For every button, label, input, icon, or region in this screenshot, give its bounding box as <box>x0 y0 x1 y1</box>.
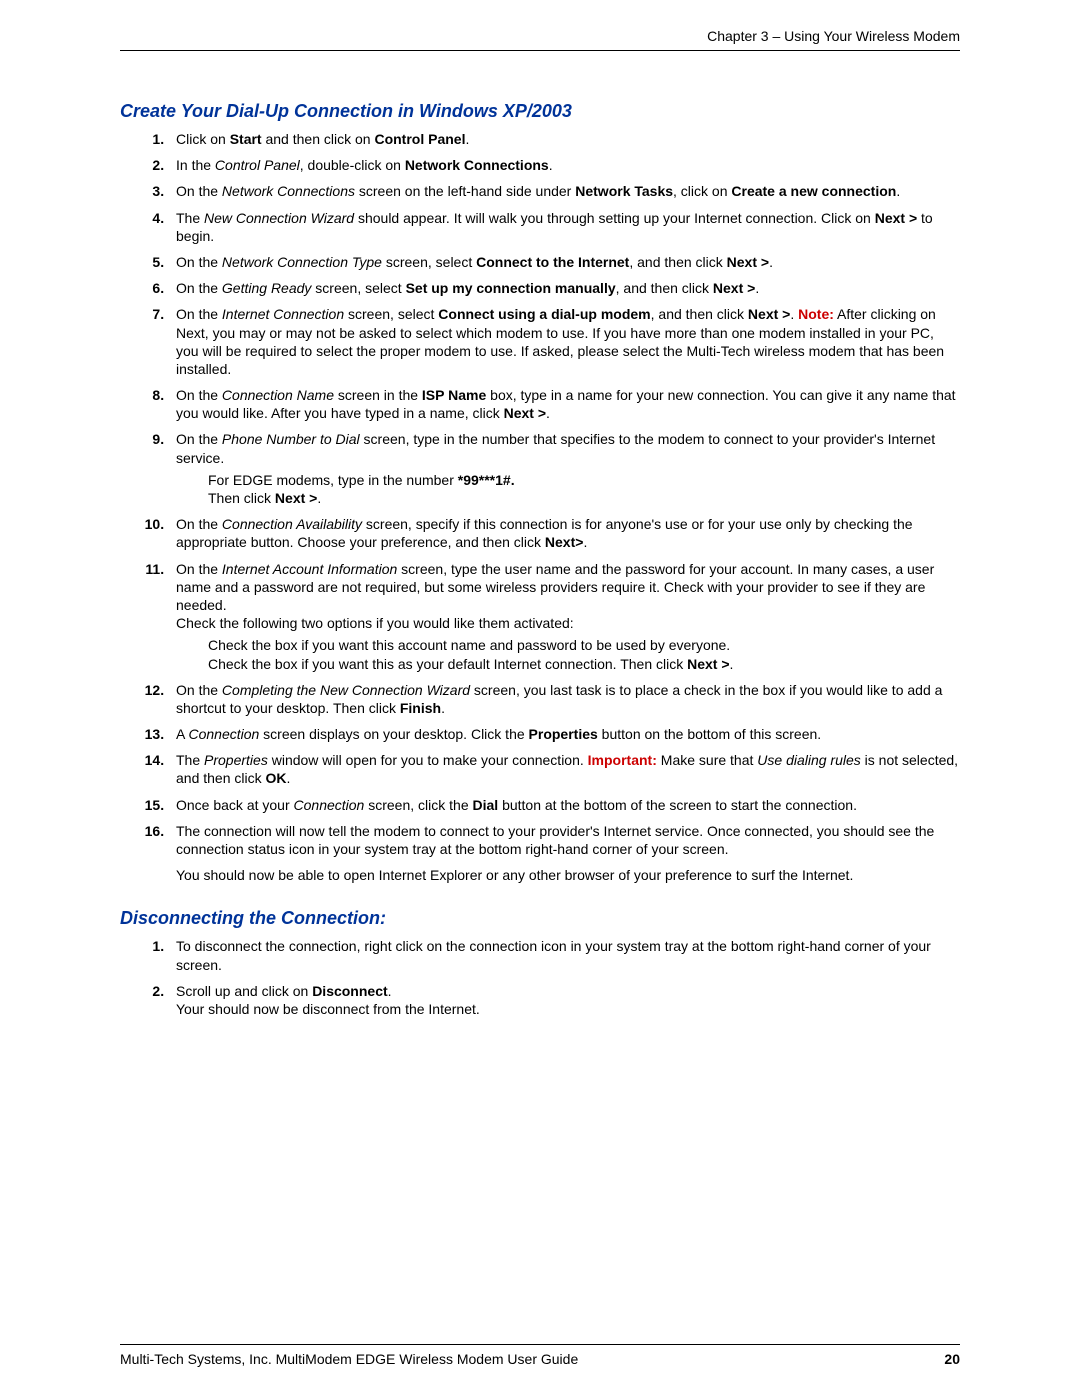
step-15: Once back at your Connection screen, cli… <box>168 796 960 814</box>
page: Chapter 3 – Using Your Wireless Modem Cr… <box>0 0 1080 1397</box>
step-1: Click on Start and then click on Control… <box>168 130 960 148</box>
step-list-1: Click on Start and then click on Control… <box>120 130 960 884</box>
step-14: The Properties window will open for you … <box>168 751 960 787</box>
step-7: On the Internet Connection screen, selec… <box>168 305 960 378</box>
step-6: On the Getting Ready screen, select Set … <box>168 279 960 297</box>
page-footer: Multi-Tech Systems, Inc. MultiModem EDGE… <box>120 1344 960 1367</box>
step-list-2: To disconnect the connection, right clic… <box>120 937 960 1018</box>
page-header: Chapter 3 – Using Your Wireless Modem <box>120 28 960 51</box>
step-13: A Connection screen displays on your des… <box>168 725 960 743</box>
disc-step-2: Scroll up and click on Disconnect.Your s… <box>168 982 960 1018</box>
step-12: On the Completing the New Connection Wiz… <box>168 681 960 717</box>
step-16: The connection will now tell the modem t… <box>168 822 960 885</box>
section-title-2: Disconnecting the Connection: <box>120 908 960 929</box>
page-number: 20 <box>944 1351 960 1367</box>
section-title-1: Create Your Dial-Up Connection in Window… <box>120 101 960 122</box>
disc-step-1: To disconnect the connection, right clic… <box>168 937 960 973</box>
step-2: In the Control Panel, double-click on Ne… <box>168 156 960 174</box>
step-9-sub: For EDGE modems, type in the number *99*… <box>208 471 960 507</box>
step-5: On the Network Connection Type screen, s… <box>168 253 960 271</box>
step-10: On the Connection Availability screen, s… <box>168 515 960 551</box>
step-11-sub: Check the box if you want this account n… <box>208 636 960 672</box>
step-11: On the Internet Account Information scre… <box>168 560 960 673</box>
step-4: The New Connection Wizard should appear.… <box>168 209 960 245</box>
step-8: On the Connection Name screen in the ISP… <box>168 386 960 422</box>
step-9: On the Phone Number to Dial screen, type… <box>168 430 960 507</box>
step-3: On the Network Connections screen on the… <box>168 182 960 200</box>
footer-left: Multi-Tech Systems, Inc. MultiModem EDGE… <box>120 1351 578 1367</box>
